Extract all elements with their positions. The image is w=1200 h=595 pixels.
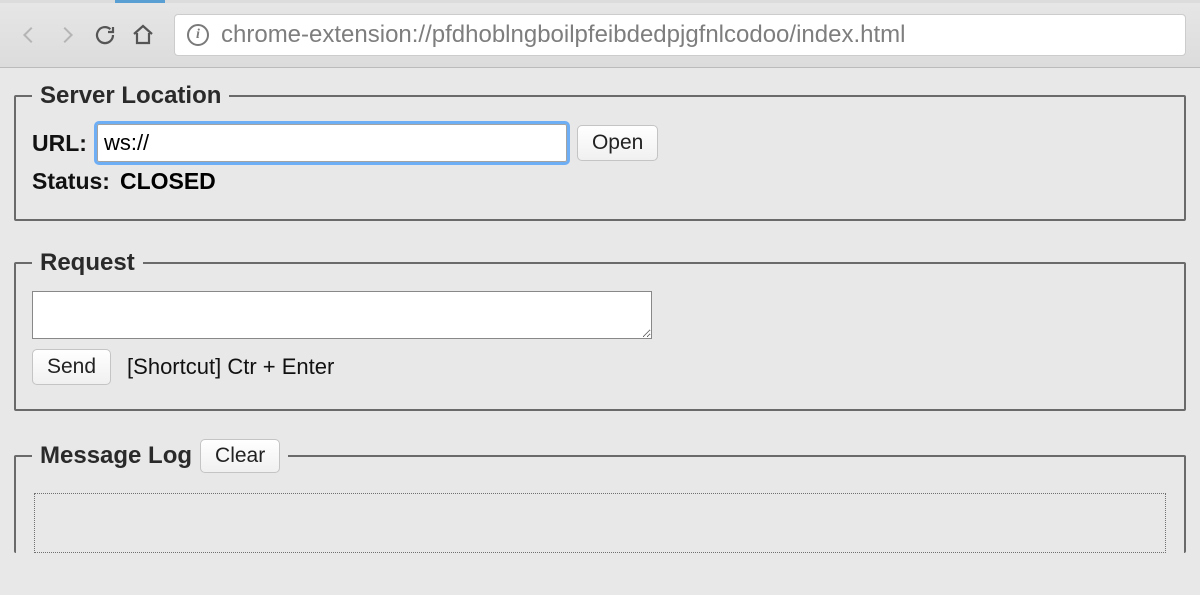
server-location-legend: Server Location <box>32 82 229 110</box>
url-input[interactable] <box>97 124 567 162</box>
reload-icon[interactable] <box>90 20 120 50</box>
browser-toolbar: i chrome-extension://pfdhoblngboilpfeibd… <box>0 0 1200 68</box>
message-log-body <box>34 493 1166 553</box>
page-url: chrome-extension://pfdhoblngboilpfeibded… <box>221 21 905 49</box>
forward-icon[interactable] <box>52 20 82 50</box>
clear-button[interactable]: Clear <box>200 439 280 473</box>
home-icon[interactable] <box>128 20 158 50</box>
message-log-legend-text: Message Log <box>40 442 192 470</box>
server-location-fieldset: Server Location URL: Open Status: CLOSED <box>14 82 1186 221</box>
request-textarea[interactable] <box>32 291 652 339</box>
page-content: Server Location URL: Open Status: CLOSED… <box>0 68 1200 595</box>
url-label: URL: <box>32 130 87 157</box>
request-legend: Request <box>32 249 143 277</box>
send-button[interactable]: Send <box>32 349 111 385</box>
info-icon[interactable]: i <box>187 24 209 46</box>
message-log-legend: Message Log Clear <box>32 439 288 473</box>
address-bar[interactable]: i chrome-extension://pfdhoblngboilpfeibd… <box>174 14 1186 56</box>
shortcut-hint: [Shortcut] Ctr + Enter <box>127 354 334 380</box>
back-icon[interactable] <box>14 20 44 50</box>
request-fieldset: Request Send [Shortcut] Ctr + Enter <box>14 249 1186 411</box>
open-button[interactable]: Open <box>577 125 658 161</box>
status-value: CLOSED <box>120 168 216 195</box>
message-log-fieldset: Message Log Clear <box>14 439 1186 553</box>
status-label: Status: <box>32 168 110 195</box>
